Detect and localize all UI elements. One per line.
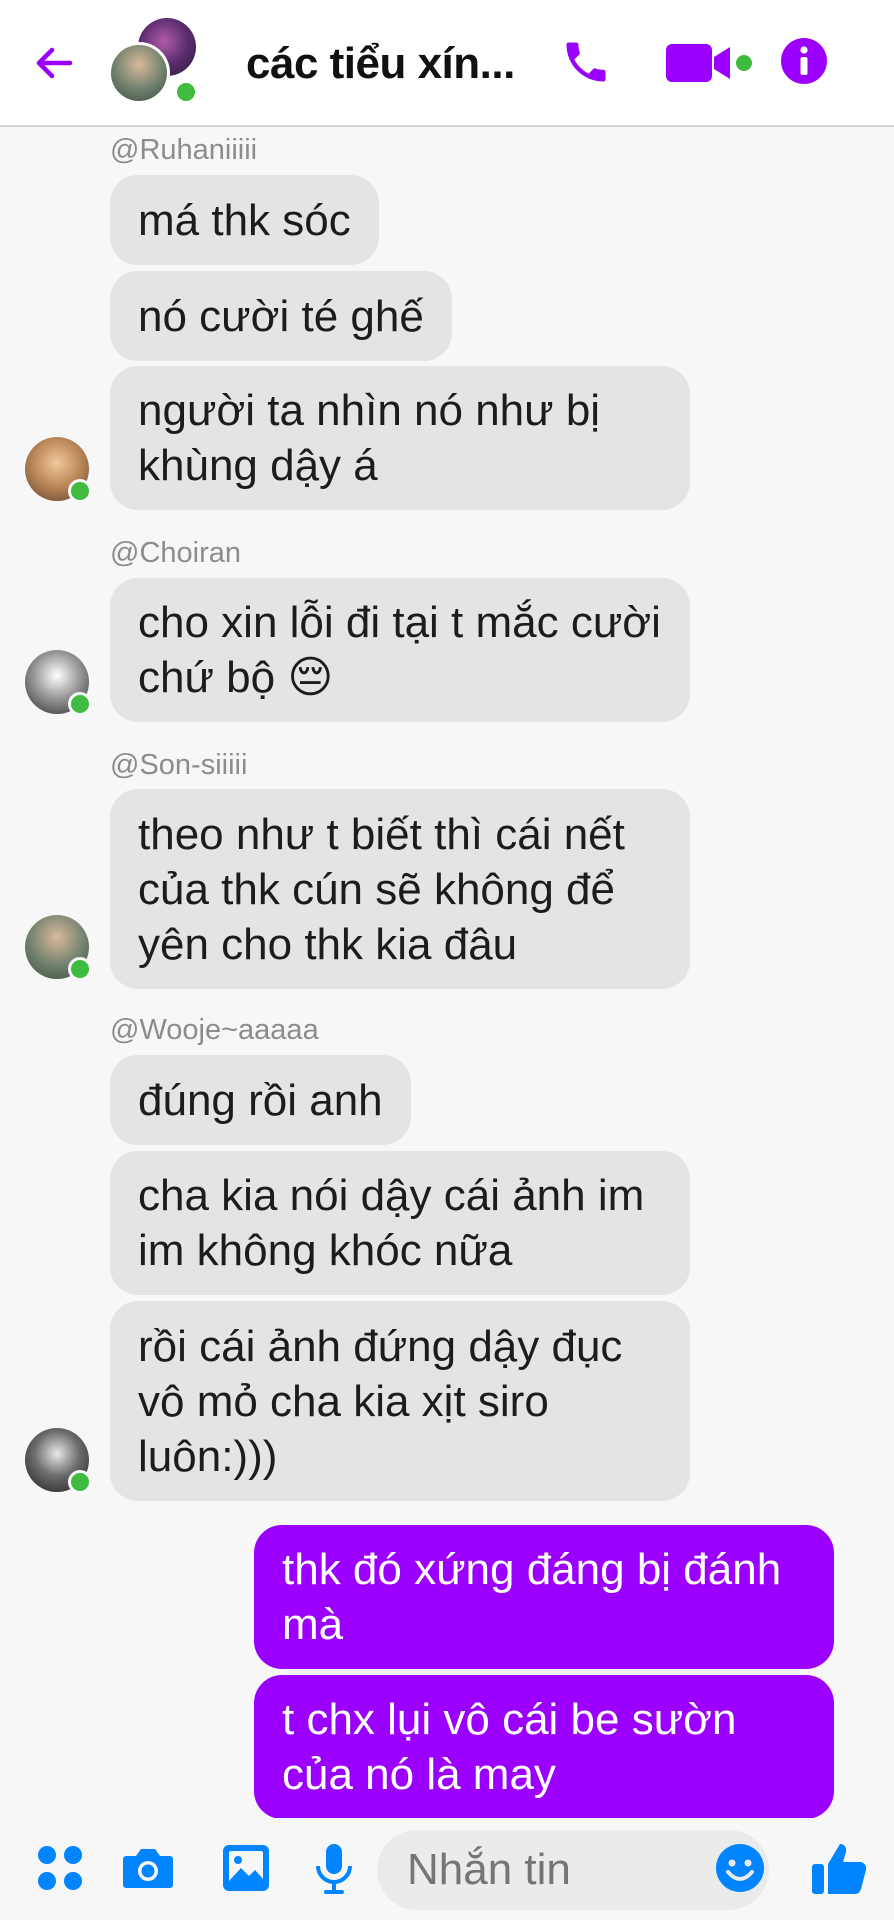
- sender-name: @Wooje~aaaaa: [110, 1014, 319, 1046]
- conversation-title[interactable]: các tiểu xín...: [246, 34, 536, 94]
- sender-avatar[interactable]: [25, 650, 92, 716]
- outgoing-message-bubble[interactable]: t chx lụi vô cái be sườn của nó là may: [254, 1675, 834, 1819]
- message-bubble[interactable]: nó cười té ghế: [110, 271, 452, 361]
- emoji-icon[interactable]: [712, 1840, 768, 1896]
- composer-bar: [0, 1818, 894, 1920]
- sender-name: @Son-siiiii: [110, 749, 248, 781]
- message-bubble[interactable]: theo như t biết thì cái nết của thk cún …: [110, 789, 690, 989]
- message-bubble[interactable]: cha kia nói dậy cái ảnh im im không khóc…: [110, 1151, 690, 1295]
- sender-avatar[interactable]: [25, 915, 92, 981]
- message-bubble[interactable]: cho xin lỗi đi tại t mắc cười chứ bộ 😔: [110, 578, 690, 722]
- camera-icon[interactable]: [120, 1840, 176, 1896]
- sender-name: @Ruhaniiiii: [110, 134, 258, 166]
- group-avatar[interactable]: [108, 18, 198, 108]
- video-call-icon[interactable]: [664, 40, 754, 86]
- gallery-icon[interactable]: [218, 1840, 274, 1896]
- chat-header: các tiểu xín...: [0, 0, 894, 127]
- message-bubble[interactable]: người ta nhìn nó như bị khùng dậy á: [110, 366, 690, 510]
- outgoing-message-bubble[interactable]: thk đó xứng đáng bị đánh mà: [254, 1525, 834, 1669]
- online-indicator: [68, 1470, 92, 1494]
- message-bubble[interactable]: má thk sóc: [110, 175, 379, 265]
- online-indicator: [174, 80, 198, 104]
- message-bubble[interactable]: rồi cái ảnh đứng dậy đục vô mỏ cha kia x…: [110, 1301, 690, 1501]
- microphone-icon[interactable]: [306, 1840, 362, 1896]
- sender-name: @Choiran: [110, 537, 241, 569]
- thumbs-up-icon[interactable]: [808, 1838, 870, 1900]
- sender-avatar[interactable]: [25, 437, 92, 503]
- online-indicator: [68, 957, 92, 981]
- online-indicator: [68, 692, 92, 716]
- phone-call-icon[interactable]: [560, 36, 612, 88]
- back-arrow-icon[interactable]: [30, 38, 80, 88]
- member-avatar: [108, 42, 170, 104]
- message-input[interactable]: [377, 1830, 769, 1910]
- more-apps-icon[interactable]: [32, 1840, 88, 1896]
- sender-avatar[interactable]: [25, 1428, 92, 1494]
- message-bubble[interactable]: đúng rồi anh: [110, 1055, 411, 1145]
- info-icon[interactable]: [780, 37, 828, 85]
- online-indicator: [68, 479, 92, 503]
